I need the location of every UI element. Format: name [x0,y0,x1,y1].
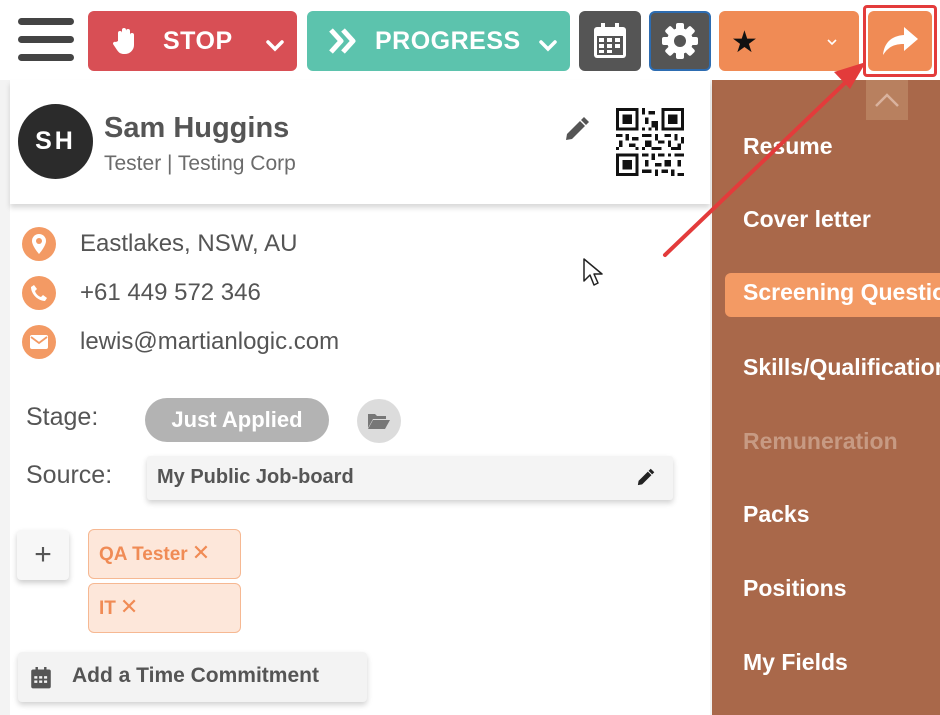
profile-header: SH Sam Huggins Tester | Testing Corp [10,80,710,204]
avatar: SH [18,104,93,179]
candidate-name: Sam Huggins [104,112,290,144]
candidate-panel: STOP PROGRESS ★ SH Sam Huggins Tester | … [0,0,940,715]
qr-code-icon[interactable] [616,108,684,176]
pencil-icon[interactable] [562,116,592,146]
candidate-subtitle: Tester | Testing Corp [104,152,296,175]
mouse-cursor-icon [583,258,603,286]
